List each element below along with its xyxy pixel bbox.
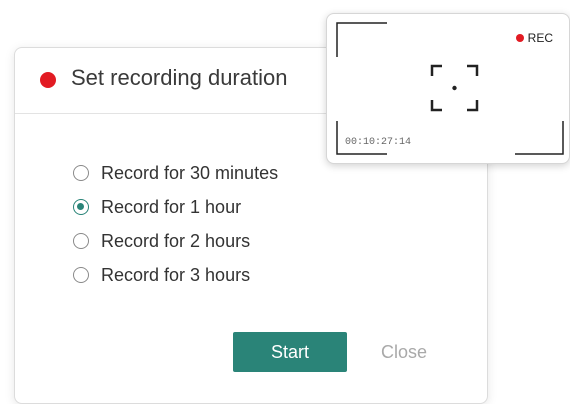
option-1-hour[interactable]: Record for 1 hour xyxy=(73,190,278,224)
dialog-title: Set recording duration xyxy=(71,65,288,90)
record-indicator-icon xyxy=(40,72,56,88)
rec-label: REC xyxy=(527,31,553,45)
option-3-hours[interactable]: Record for 3 hours xyxy=(73,258,278,292)
focus-point-icon xyxy=(452,85,457,91)
option-label: Record for 3 hours xyxy=(101,264,251,285)
radio-1-hour[interactable] xyxy=(73,199,89,215)
close-button[interactable]: Close xyxy=(367,332,441,372)
radio-2-hours[interactable] xyxy=(73,233,89,249)
option-30-minutes[interactable]: Record for 30 minutes xyxy=(73,156,278,190)
radio-30-minutes[interactable] xyxy=(73,165,89,181)
timecode: 00:10:27:14 xyxy=(345,137,412,148)
option-label: Record for 1 hour xyxy=(101,196,242,217)
rec-badge: REC xyxy=(515,31,553,45)
duration-options: Record for 30 minutes Record for 1 hour … xyxy=(73,156,278,292)
option-label: Record for 2 hours xyxy=(101,230,251,251)
radio-3-hours[interactable] xyxy=(73,267,89,283)
start-button[interactable]: Start xyxy=(233,332,347,372)
option-2-hours[interactable]: Record for 2 hours xyxy=(73,224,278,258)
camera-preview: REC 00:10:27:14 xyxy=(326,13,570,164)
option-label: Record for 30 minutes xyxy=(101,162,279,183)
recording-dot-icon xyxy=(515,34,524,42)
